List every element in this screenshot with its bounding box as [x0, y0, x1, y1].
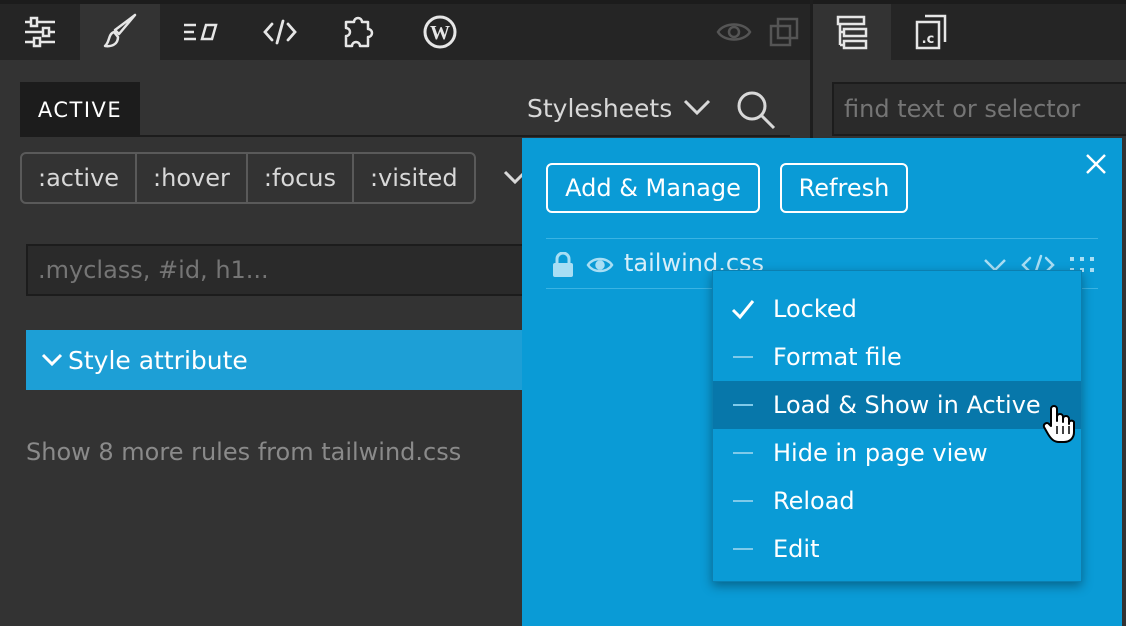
sliders-icon[interactable]: [0, 4, 80, 60]
dash-icon: [713, 452, 773, 454]
list-edit-icon[interactable]: [160, 4, 240, 60]
top-toolbar: W .c: [0, 0, 1126, 60]
selector-input[interactable]: [26, 244, 546, 296]
code-icon[interactable]: [240, 4, 320, 60]
find-input[interactable]: [832, 82, 1126, 136]
menu-item-label: Format file: [773, 343, 902, 371]
tree-icon[interactable]: [813, 4, 891, 60]
pseudo-hover-button[interactable]: :hover: [137, 154, 248, 202]
stylesheets-label: Stylesheets: [527, 94, 673, 123]
menu-item-label: Reload: [773, 487, 855, 515]
menu-item-edit[interactable]: Edit: [713, 525, 1081, 573]
puzzle-icon[interactable]: [320, 4, 400, 60]
tab-active[interactable]: ACTIVE: [20, 82, 140, 137]
menu-item-label: Locked: [773, 295, 857, 323]
chevron-down-icon: [40, 346, 64, 375]
dash-icon: [713, 500, 773, 502]
pseudo-focus-button[interactable]: :focus: [248, 154, 355, 202]
menu-item-format-file[interactable]: Format file: [713, 333, 1081, 381]
menu-item-hide-page-view[interactable]: Hide in page view: [713, 429, 1081, 477]
show-more-rules-link[interactable]: Show 8 more rules from tailwind.css: [26, 438, 461, 466]
eye-icon[interactable]: [586, 255, 614, 279]
pseudo-visited-button[interactable]: :visited: [354, 154, 474, 202]
svg-text:W: W: [430, 22, 450, 44]
add-manage-button[interactable]: Add & Manage: [546, 163, 760, 213]
chevron-down-icon: [682, 94, 712, 123]
style-attribute-label: Style attribute: [68, 345, 248, 375]
dash-icon: [713, 548, 773, 550]
menu-item-locked[interactable]: Locked: [713, 285, 1081, 333]
svg-text:.c: .c: [922, 32, 935, 47]
wordpress-icon[interactable]: W: [400, 4, 480, 60]
tab-underline: [140, 135, 790, 137]
menu-item-load-show-active[interactable]: Load & Show in Active: [713, 381, 1081, 429]
dash-icon: [713, 356, 773, 358]
menu-item-label: Load & Show in Active: [773, 391, 1041, 419]
close-icon[interactable]: [1084, 152, 1108, 180]
style-attribute-section[interactable]: Style attribute: [26, 330, 546, 390]
checkmark-icon: [713, 298, 773, 320]
menu-item-label: Edit: [773, 535, 820, 563]
refresh-button[interactable]: Refresh: [780, 163, 908, 213]
lock-icon[interactable]: [551, 251, 575, 282]
stylesheet-options-menu: Locked Format file Load & Show in Active…: [712, 270, 1082, 582]
pseudo-active-button[interactable]: :active: [22, 154, 138, 202]
pseudo-state-group: :active :hover :focus :visited: [20, 152, 476, 204]
brush-icon[interactable]: [80, 4, 160, 60]
css-file-icon[interactable]: .c: [891, 4, 971, 60]
divider: [546, 238, 1098, 239]
stylesheets-dropdown[interactable]: Stylesheets: [527, 94, 712, 123]
search-icon[interactable]: [734, 88, 778, 136]
menu-item-label: Hide in page view: [773, 439, 988, 467]
menu-item-reload[interactable]: Reload: [713, 477, 1081, 525]
dash-icon: [713, 404, 773, 406]
hand-cursor-icon: [1042, 404, 1076, 448]
